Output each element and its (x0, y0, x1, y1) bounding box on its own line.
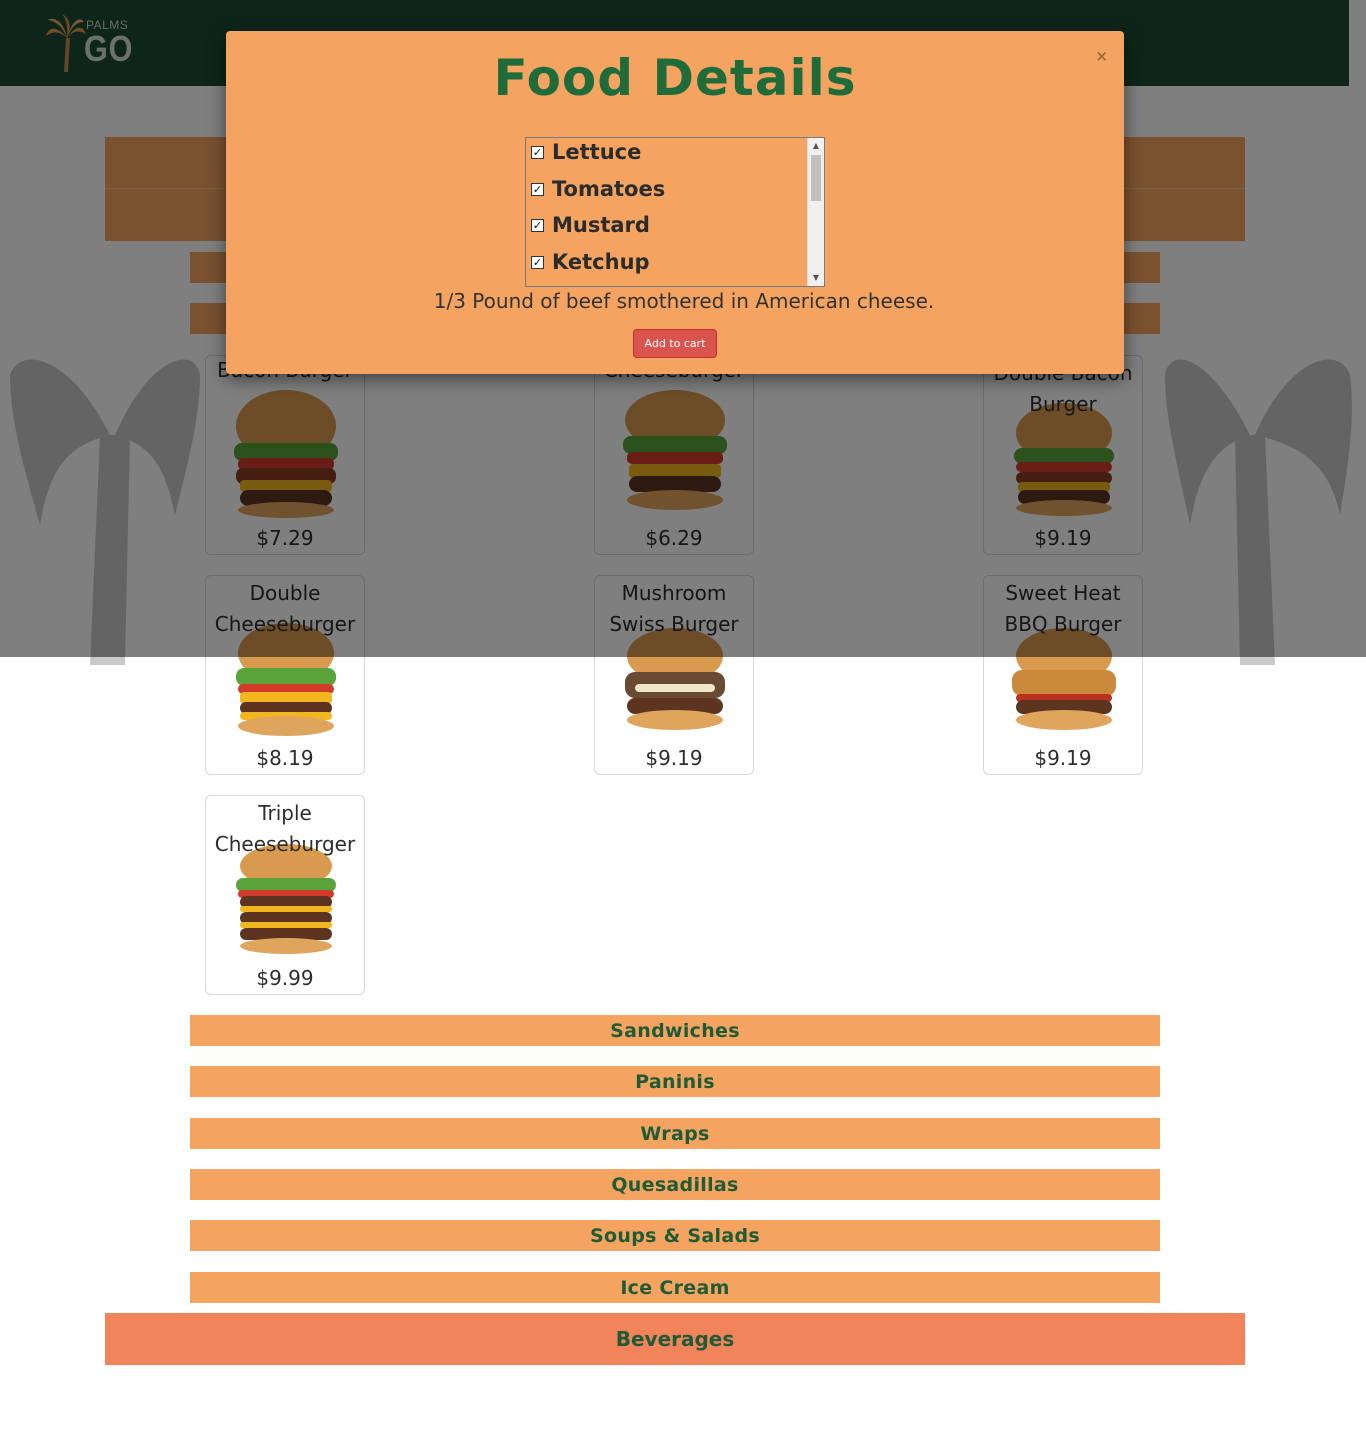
topping-item-ketchup[interactable]: ✓ Ketchup (531, 248, 650, 276)
category-wraps[interactable]: Wraps (190, 1118, 1160, 1149)
category-beverages[interactable]: Beverages (105, 1313, 1245, 1365)
category-label: Beverages (615, 1327, 735, 1351)
checkbox-checked-icon[interactable]: ✓ (531, 255, 544, 269)
category-label: Wraps (640, 1122, 710, 1145)
close-icon[interactable]: × (1095, 47, 1108, 65)
topping-item-lettuce[interactable]: ✓ Lettuce (531, 138, 641, 166)
topping-label: Ketchup (552, 250, 650, 274)
toppings-list[interactable]: ✓ Lettuce ✓ Tomatoes ✓ Mustard ✓ Ketchup… (525, 137, 825, 287)
category-label: Sandwiches (610, 1019, 740, 1042)
food-price: $9.19 (645, 746, 703, 770)
category-label: Paninis (635, 1070, 715, 1093)
add-to-cart-button[interactable]: Add to cart (633, 329, 717, 358)
modal-title: Food Details (493, 49, 857, 107)
toppings-scrollbar[interactable]: ▲ ▼ (807, 138, 824, 286)
category-label: Quesadillas (611, 1173, 739, 1196)
topping-label: Mustard (552, 213, 650, 237)
scroll-up-arrow-icon[interactable]: ▲ (808, 138, 824, 154)
food-price: $9.99 (256, 966, 314, 990)
category-quesadillas[interactable]: Quesadillas (190, 1169, 1160, 1200)
food-card-triple-cheeseburger[interactable]: Triple Cheeseburger $9.99 (205, 795, 365, 995)
category-ice-cream[interactable]: Ice Cream (190, 1272, 1160, 1303)
scroll-thumb[interactable] (811, 155, 821, 201)
category-soups-salads[interactable]: Soups & Salads (190, 1220, 1160, 1251)
checkbox-checked-icon[interactable]: ✓ (531, 218, 544, 232)
food-description: 1/3 Pound of beef smothered in American … (433, 289, 935, 313)
topping-item-tomatoes[interactable]: ✓ Tomatoes (531, 175, 665, 203)
checkbox-checked-icon[interactable]: ✓ (531, 145, 544, 159)
category-sandwiches[interactable]: Sandwiches (190, 1015, 1160, 1046)
category-label: Soups & Salads (590, 1224, 760, 1247)
checkbox-checked-icon[interactable]: ✓ (531, 182, 544, 196)
scroll-down-arrow-icon[interactable]: ▼ (808, 270, 824, 286)
topping-label: Tomatoes (552, 177, 666, 201)
food-details-modal: Food Details × ✓ Lettuce ✓ Tomatoes ✓ Mu… (226, 31, 1124, 374)
food-price: $9.19 (1034, 746, 1092, 770)
category-label: Ice Cream (620, 1276, 730, 1299)
topping-item-mustard[interactable]: ✓ Mustard (531, 211, 650, 239)
topping-label: Lettuce (552, 140, 642, 164)
food-name: Triple Cheeseburger (214, 801, 356, 856)
food-price: $8.19 (256, 746, 314, 770)
category-paninis[interactable]: Paninis (190, 1066, 1160, 1097)
